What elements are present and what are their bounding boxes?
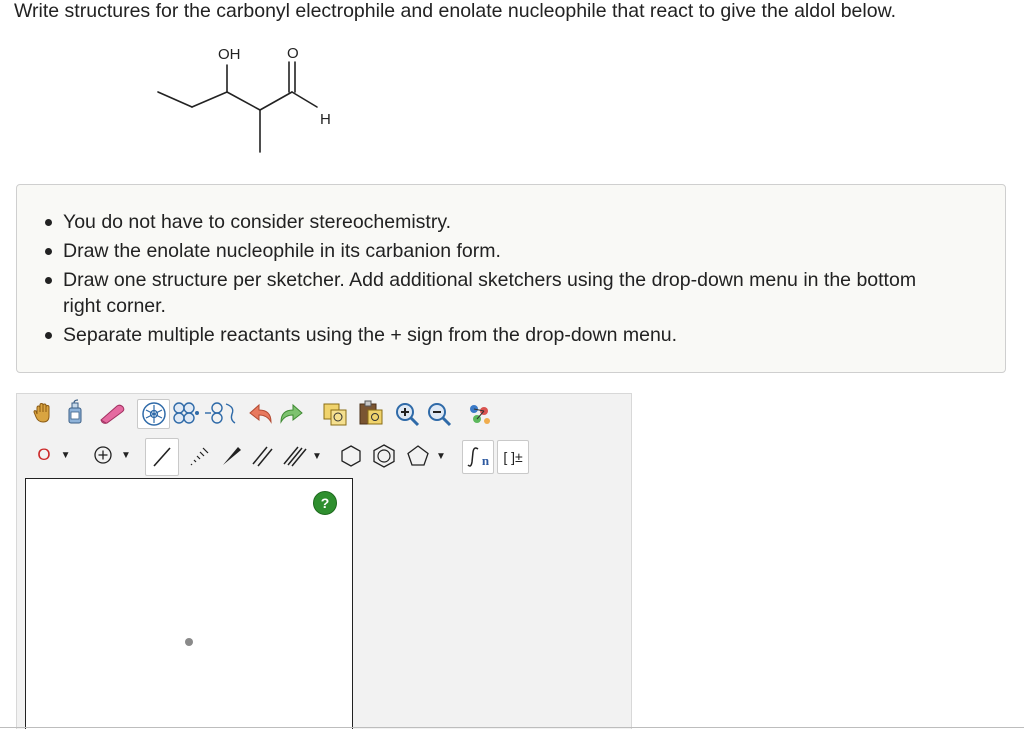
atom-label: O <box>37 445 51 464</box>
zoom-out-icon[interactable] <box>424 400 454 428</box>
cyclopentane-icon <box>407 445 429 466</box>
instructions-box: You do not have to consider stereochemis… <box>16 184 1006 373</box>
atom-map-icon[interactable] <box>137 399 170 429</box>
aldol-structure: OH O H <box>157 45 331 153</box>
benzene-icon <box>373 444 395 468</box>
page-divider <box>0 727 1024 728</box>
template-icon[interactable] <box>172 400 202 426</box>
instruction-item: You do not have to consider stereochemis… <box>45 209 933 235</box>
chevron-down-icon: ▼ <box>60 449 71 461</box>
single-bond-icon <box>153 447 171 467</box>
bracket-label: [ ]± <box>503 449 523 465</box>
instruction-item: Draw one structure per sketcher. Add add… <box>45 267 933 319</box>
sketcher-canvas[interactable] <box>25 478 353 729</box>
triple-bond-icon <box>283 446 307 467</box>
hashed-bond-tool[interactable] <box>184 440 214 472</box>
double-bond-icon <box>252 446 273 467</box>
paste-icon[interactable] <box>356 398 386 428</box>
clean-structure-icon[interactable] <box>464 400 494 428</box>
copy-icon[interactable] <box>320 400 350 428</box>
sgroup-label: n <box>481 453 490 468</box>
charge-selector[interactable]: ▼ <box>88 440 136 470</box>
cyclohexane-icon <box>341 445 361 467</box>
cyclopentane-selector[interactable]: ▼ <box>402 440 450 472</box>
eraser-icon[interactable] <box>96 400 130 426</box>
canvas-center-dot <box>185 638 193 646</box>
wedge-bond-tool[interactable] <box>216 440 246 472</box>
atom-selector[interactable]: O ▼ <box>30 440 78 470</box>
sgroup-tool[interactable]: n <box>462 440 494 474</box>
benzene-tool[interactable] <box>368 440 400 472</box>
redo-icon[interactable] <box>276 400 306 426</box>
oh-label: OH <box>218 46 241 63</box>
chevron-down-icon: ▼ <box>436 450 446 462</box>
help-icon: ? <box>320 495 330 511</box>
chain-icon[interactable] <box>203 400 239 426</box>
double-bond-tool[interactable] <box>248 440 276 472</box>
instruction-item: Draw the enolate nucleophile in its carb… <box>45 238 933 264</box>
undo-icon[interactable] <box>246 400 276 426</box>
bracket-tool[interactable]: [ ]± <box>497 440 529 474</box>
single-bond-tool[interactable] <box>145 438 179 476</box>
cyclohexane-tool[interactable] <box>336 440 366 472</box>
hand-tool-icon[interactable] <box>30 400 56 426</box>
sgroup-icon <box>467 447 479 467</box>
instructions-list: You do not have to consider stereochemis… <box>45 209 933 351</box>
plus-charge-icon <box>94 446 112 464</box>
help-button[interactable]: ? <box>313 491 337 515</box>
zoom-in-icon[interactable] <box>392 400 422 428</box>
instruction-item: Separate multiple reactants using the + … <box>45 322 933 348</box>
chevron-down-icon: ▼ <box>121 449 131 461</box>
triple-bond-selector[interactable]: ▼ <box>278 440 326 472</box>
aldehyde-h-label: H <box>320 111 331 128</box>
eraser-bottle-icon[interactable] <box>62 398 88 426</box>
chevron-down-icon: ▼ <box>312 450 322 462</box>
carbonyl-o-label: O <box>287 45 299 62</box>
wedge-bond-icon <box>223 447 241 465</box>
question-text: Write structures for the carbonyl electr… <box>14 0 896 22</box>
hashed-bond-icon <box>190 447 209 466</box>
